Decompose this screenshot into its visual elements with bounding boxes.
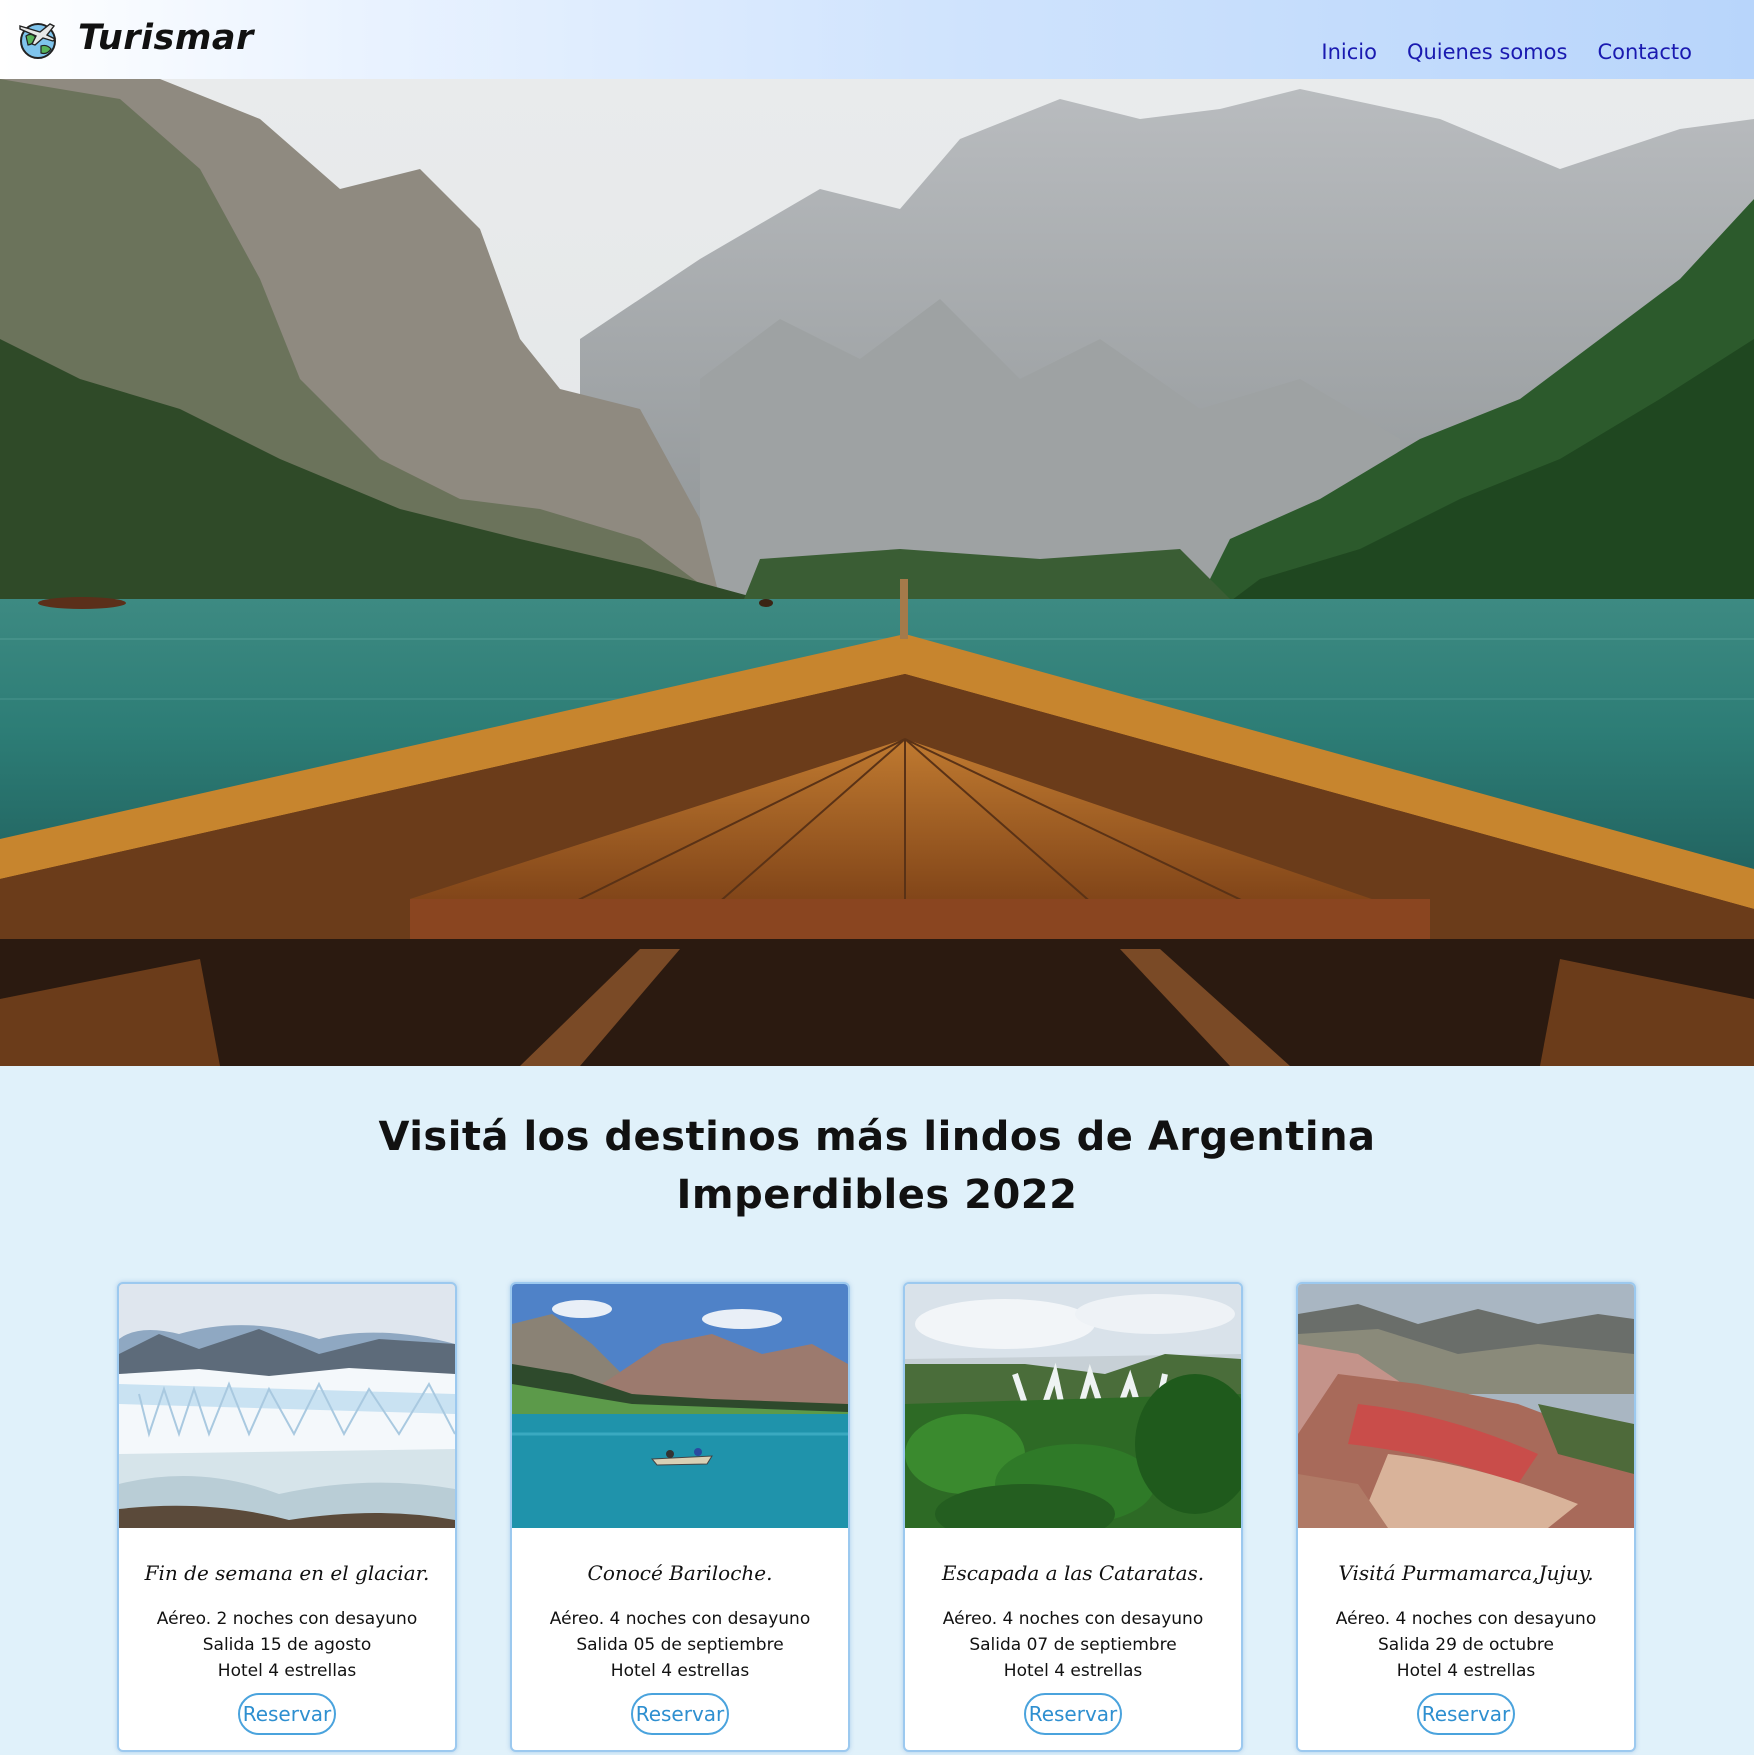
nav-inicio-link[interactable]: Inicio bbox=[1321, 40, 1377, 64]
brand-name[interactable]: Turismar bbox=[78, 18, 254, 58]
purmamarca-image bbox=[1298, 1284, 1634, 1528]
destination-card-purmamarca: Visitá Purmamarca,Jujuy. Aéreo. 4 noches… bbox=[1296, 1282, 1636, 1752]
nav-menu: Inicio Quienes somos Contacto bbox=[1321, 40, 1692, 64]
destination-card-cataratas: Escapada a las Cataratas. Aéreo. 4 noche… bbox=[903, 1282, 1243, 1752]
card-title: Conocé Bariloche. bbox=[587, 1561, 773, 1585]
iguazu-falls-image bbox=[905, 1284, 1241, 1528]
card-title: Fin de semana en el glaciar. bbox=[144, 1561, 430, 1585]
card-details: Aéreo. 4 noches con desayuno Salida 29 d… bbox=[1298, 1606, 1634, 1684]
card-details: Aéreo. 4 noches con desayuno Salida 07 d… bbox=[905, 1606, 1241, 1684]
page-subtitle: Imperdibles 2022 bbox=[676, 1172, 1078, 1218]
nav-contacto-link[interactable]: Contacto bbox=[1597, 40, 1692, 64]
card-detail-flight: Aéreo. 4 noches con desayuno bbox=[549, 1609, 811, 1629]
card-detail-departure: Salida 07 de septiembre bbox=[969, 1635, 1177, 1655]
card-detail-hotel: Hotel 4 estrellas bbox=[610, 1661, 750, 1681]
page-title: Visitá los destinos más lindos de Argent… bbox=[378, 1114, 1376, 1160]
nav-quienes-somos-link[interactable]: Quienes somos bbox=[1407, 40, 1567, 64]
card-detail-departure: Salida 15 de agosto bbox=[202, 1635, 372, 1655]
card-detail-hotel: Hotel 4 estrellas bbox=[1396, 1661, 1536, 1681]
section-headings: Visitá los destinos más lindos de Argent… bbox=[0, 1108, 1754, 1224]
glacier-image bbox=[119, 1284, 455, 1528]
card-detail-hotel: Hotel 4 estrellas bbox=[1003, 1661, 1143, 1681]
card-details: Aéreo. 2 noches con desayuno Salida 15 d… bbox=[119, 1606, 455, 1684]
card-detail-departure: Salida 29 de octubre bbox=[1377, 1635, 1554, 1655]
reserve-button-purmamarca[interactable]: Reservar bbox=[1417, 1693, 1515, 1735]
reserve-button-bariloche[interactable]: Reservar bbox=[631, 1693, 729, 1735]
globe-airplane-icon[interactable] bbox=[16, 16, 60, 60]
reserve-button-cataratas[interactable]: Reservar bbox=[1024, 1693, 1122, 1735]
card-detail-flight: Aéreo. 4 noches con desayuno bbox=[942, 1609, 1204, 1629]
card-detail-flight: Aéreo. 4 noches con desayuno bbox=[1335, 1609, 1597, 1629]
card-detail-hotel: Hotel 4 estrellas bbox=[217, 1661, 357, 1681]
hero-image bbox=[0, 79, 1754, 1066]
card-details: Aéreo. 4 noches con desayuno Salida 05 d… bbox=[512, 1606, 848, 1684]
card-detail-departure: Salida 05 de septiembre bbox=[576, 1635, 784, 1655]
bariloche-image bbox=[512, 1284, 848, 1528]
destination-card-bariloche: Conocé Bariloche. Aéreo. 4 noches con de… bbox=[510, 1282, 850, 1752]
destination-card-glaciar: Fin de semana en el glaciar. Aéreo. 2 no… bbox=[117, 1282, 457, 1752]
navbar: Turismar Inicio Quienes somos Contacto bbox=[0, 0, 1754, 79]
card-title: Visitá Purmamarca,Jujuy. bbox=[1338, 1561, 1594, 1585]
card-title: Escapada a las Cataratas. bbox=[941, 1561, 1205, 1585]
reserve-button-glaciar[interactable]: Reservar bbox=[238, 1693, 336, 1735]
card-detail-flight: Aéreo. 2 noches con desayuno bbox=[156, 1609, 418, 1629]
